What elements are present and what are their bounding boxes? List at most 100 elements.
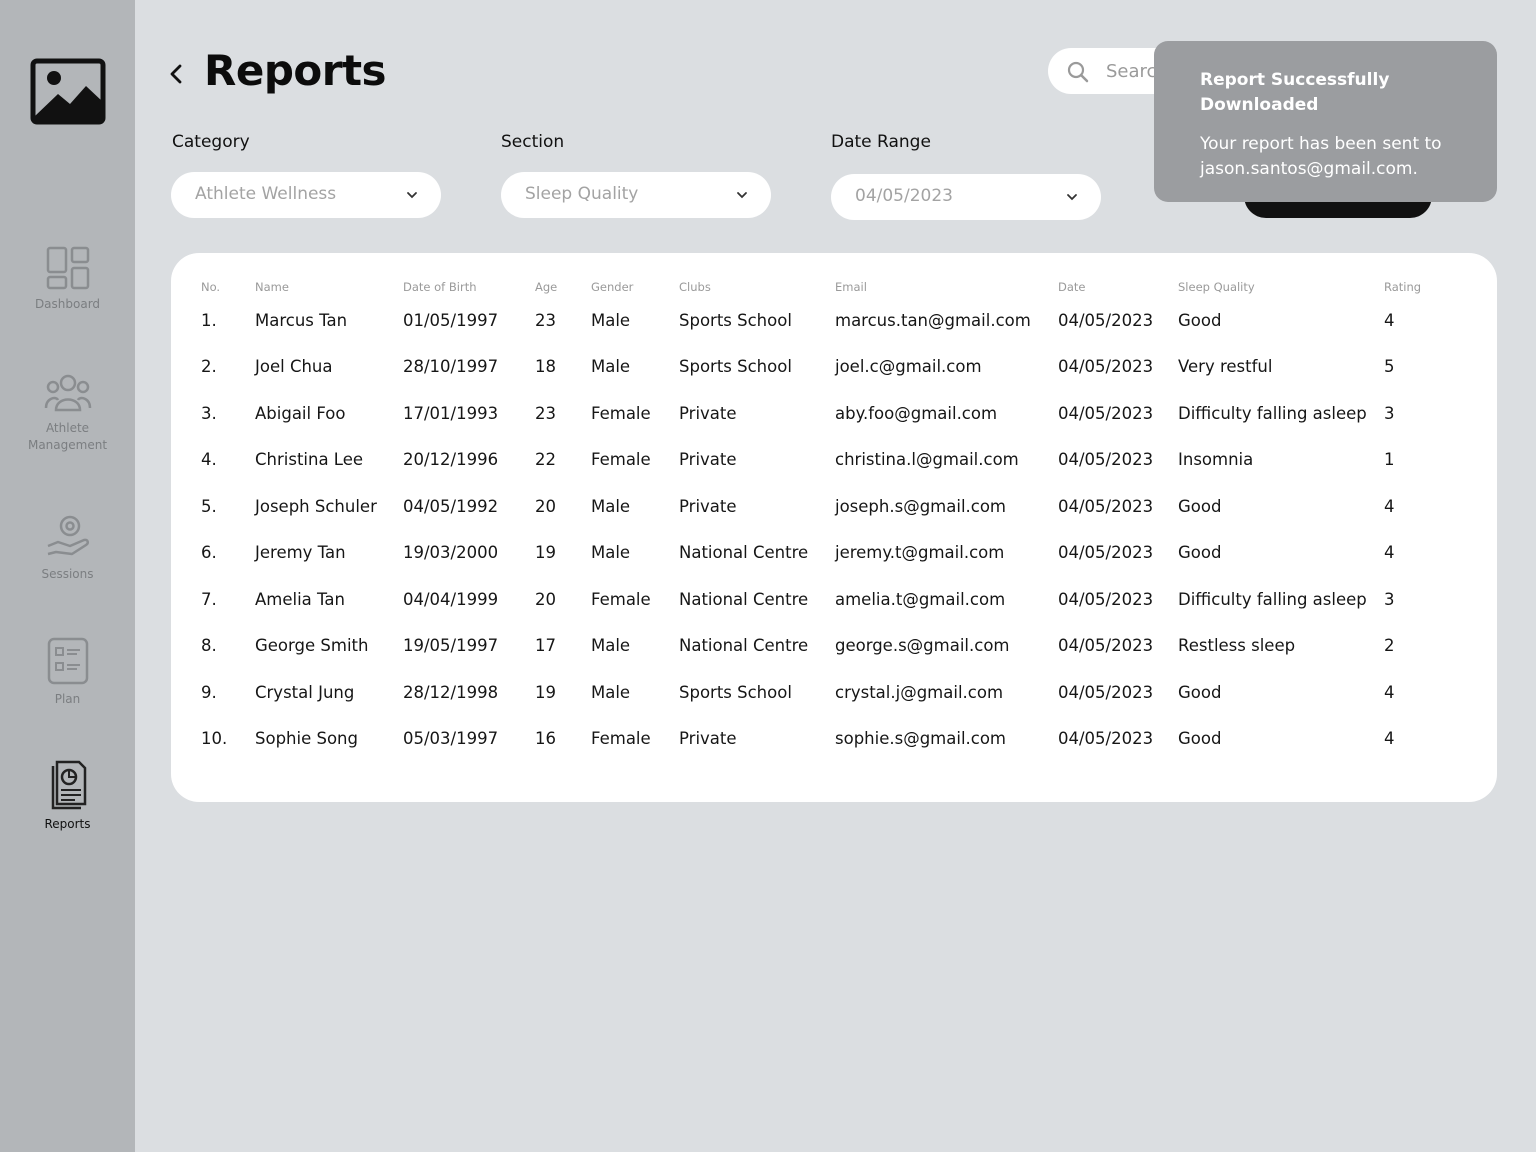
column-header[interactable]: Rating	[1376, 277, 1436, 297]
toast-message: Your report has been sent to jason.santo…	[1200, 134, 1442, 179]
table-cell: 4	[1384, 682, 1395, 702]
table-cell: Joel Chua	[255, 357, 333, 377]
table-row[interactable]: 2. Joel Chua 28/10/1997 18 Male Sports School…	[193, 344, 1436, 391]
table-header-row: No. Name Date of Birth Age Gender Clubs Email D…	[193, 277, 1436, 297]
table-cell: Difficulty falling asleep	[1178, 589, 1367, 609]
chevron-down-icon	[737, 192, 747, 199]
table-cell: Sports School	[679, 357, 792, 377]
table-cell: 20	[535, 496, 556, 516]
logo-image-icon[interactable]	[30, 58, 106, 125]
table-row[interactable]: 1. Marcus Tan 01/05/1997 23 Male Sports Schoo…	[193, 297, 1436, 344]
plan-icon	[47, 637, 88, 685]
table-cell: 1	[1384, 450, 1395, 470]
table-cell: 4.	[201, 450, 217, 470]
table-row[interactable]: 3. Abigail Foo 17/01/1993 23 Female Private ab…	[193, 390, 1436, 437]
sidebar-item-athlete-management[interactable]: Athlete Management	[0, 374, 135, 454]
table-cell: Good	[1178, 496, 1222, 516]
sidebar-item-dashboard[interactable]: Dashboard	[0, 246, 135, 313]
table-cell: 28/12/1998	[403, 682, 499, 702]
table-cell: 28/10/1997	[403, 357, 499, 377]
table-cell: 04/05/2023	[1058, 682, 1154, 702]
table-cell: Marcus Tan	[255, 310, 348, 330]
table-cell: 5.	[201, 496, 217, 516]
column-header[interactable]: Email	[827, 277, 1050, 297]
column-header[interactable]: No.	[193, 277, 247, 297]
table-cell: 4	[1384, 310, 1395, 330]
table-cell: Male	[591, 636, 631, 656]
column-header[interactable]: Name	[247, 277, 395, 297]
column-header[interactable]: Date of Birth	[395, 277, 527, 297]
back-chevron-icon[interactable]	[166, 60, 188, 88]
table-cell: george.s@gmail.com	[835, 636, 1010, 656]
table-cell: 04/05/2023	[1058, 496, 1154, 516]
column-header[interactable]: Date	[1050, 277, 1170, 297]
table-row[interactable]: 7. Amelia Tan 04/04/1999 20 Female National C…	[193, 576, 1436, 623]
table-cell: 17/01/1993	[403, 403, 499, 423]
table-cell: 3	[1384, 403, 1395, 423]
table-cell: jeremy.t@gmail.com	[835, 543, 1005, 563]
table-cell: 05/03/1997	[403, 729, 499, 749]
table-cell: Good	[1178, 310, 1222, 330]
table-cell: 04/05/2023	[1058, 403, 1154, 423]
table-cell: Jeremy Tan	[255, 543, 346, 563]
table-body: 1. Marcus Tan 01/05/1997 23 Male Sports Schoo…	[193, 297, 1436, 762]
date-range-select[interactable]: 04/05/2023	[831, 174, 1101, 220]
column-header[interactable]: Clubs	[671, 277, 827, 297]
date-range-label: Date Range	[831, 132, 931, 152]
table-cell: amelia.t@gmail.com	[835, 589, 1006, 609]
table-cell: Female	[591, 403, 651, 423]
table-cell: 19	[535, 543, 556, 563]
sidebar-item-plan[interactable]: Plan	[0, 637, 135, 708]
section-value: Sleep Quality	[525, 184, 639, 204]
table-cell: Difficulty falling asleep	[1178, 403, 1367, 423]
table-row[interactable]: 9. Crystal Jung 28/12/1998 19 Male Sports Sch…	[193, 669, 1436, 716]
toast-title: Report Successfully Downloaded	[1200, 70, 1390, 115]
sidebar-item-sessions[interactable]: Sessions	[0, 512, 135, 583]
section-label: Section	[501, 132, 565, 152]
table-cell: 3	[1384, 589, 1395, 609]
table-cell: 7.	[201, 589, 217, 609]
table-row[interactable]: 10. Sophie Song 05/03/1997 16 Female Private s…	[193, 716, 1436, 763]
table-cell: Private	[679, 403, 737, 423]
dashboard-icon	[46, 246, 89, 290]
table-cell: 17	[535, 636, 556, 656]
table-cell: aby.foo@gmail.com	[835, 403, 998, 423]
table-cell: 9.	[201, 682, 217, 702]
table-cell: sophie.s@gmail.com	[835, 729, 1007, 749]
page-title: Reports	[204, 46, 387, 95]
table-cell: 1.	[201, 310, 217, 330]
table-cell: 04/05/1992	[403, 496, 499, 516]
table-cell: Good	[1178, 682, 1222, 702]
table-cell: Female	[591, 589, 651, 609]
table-row[interactable]: 4. Christina Lee 20/12/1996 22 Female Private…	[193, 437, 1436, 484]
table-cell: Private	[679, 729, 737, 749]
table-cell: Male	[591, 496, 631, 516]
table-row[interactable]: 5. Joseph Schuler 04/05/1992 20 Male Private j…	[193, 483, 1436, 530]
category-select[interactable]: Athlete Wellness	[171, 172, 441, 218]
sidebar-item-label: Reports	[44, 817, 91, 831]
column-header[interactable]: Age	[527, 277, 583, 297]
table-row[interactable]: 6. Jeremy Tan 19/03/2000 19 Male National Cen…	[193, 530, 1436, 577]
table-cell: 04/05/2023	[1058, 357, 1154, 377]
table-cell: Crystal Jung	[255, 682, 355, 702]
table-cell: 2	[1384, 636, 1395, 656]
table-cell: Sports School	[679, 682, 792, 702]
table-cell: joel.c@gmail.com	[835, 357, 982, 377]
table-cell: Female	[591, 450, 651, 470]
table-row[interactable]: 8. George Smith 19/05/1997 17 Male National C…	[193, 623, 1436, 670]
table-cell: 04/05/2023	[1058, 450, 1154, 470]
column-header[interactable]: Sleep Quality	[1170, 277, 1376, 297]
category-label: Category	[172, 132, 250, 152]
column-header[interactable]: Gender	[583, 277, 671, 297]
sessions-icon	[47, 515, 89, 556]
table-cell: Good	[1178, 543, 1222, 563]
table-cell: crystal.j@gmail.com	[835, 682, 1004, 702]
table-cell: christina.l@gmail.com	[835, 450, 1019, 470]
table-cell: 20/12/1996	[403, 450, 499, 470]
table-cell: Amelia Tan	[255, 589, 345, 609]
table-cell: 4	[1384, 729, 1395, 749]
sidebar-item-reports[interactable]: Reports	[0, 760, 135, 833]
table-cell: National Centre	[679, 589, 809, 609]
chevron-down-icon	[1067, 194, 1077, 201]
section-select[interactable]: Sleep Quality	[501, 172, 771, 218]
